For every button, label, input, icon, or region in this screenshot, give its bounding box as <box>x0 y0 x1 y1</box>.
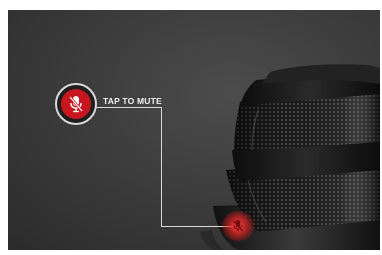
mute-touch-sensor[interactable] <box>222 211 254 241</box>
tap-to-mute-label: TAP TO MUTE <box>103 96 162 106</box>
page: TAP TO MUTE <box>0 0 382 255</box>
microphone-muted-icon <box>233 220 243 232</box>
mic-stand-clamp <box>200 230 224 250</box>
product-photo <box>8 10 380 250</box>
microphone-muted-icon <box>61 89 91 119</box>
mute-badge[interactable] <box>55 83 97 125</box>
microphone-illustration <box>200 64 380 250</box>
